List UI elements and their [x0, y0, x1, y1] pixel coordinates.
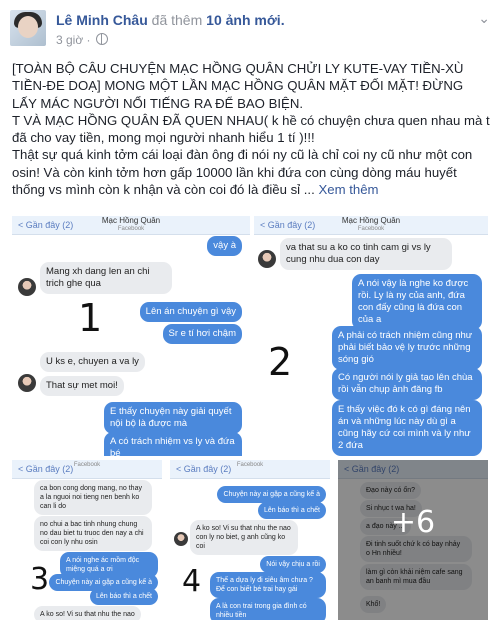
- shot-number: 3: [30, 562, 50, 597]
- message-bubble: U ks e, chuyen a va ly: [40, 352, 145, 372]
- shot-number: 1: [78, 296, 103, 340]
- chat-topbar: < Gần đây (2) Mạc Hồng Quân Facebook: [12, 216, 250, 235]
- post-paragraph: T VÀ MẠC HỒNG QUÂN ĐÃ QUEN NHAU( k hề có…: [12, 112, 490, 146]
- shot-number: 4: [182, 564, 202, 599]
- photo-more[interactable]: < Gần đây (2) Đạo này có ổn? Si nhục t w…: [338, 460, 488, 620]
- message-bubble: va that su a ko co tinh cam gi vs ly cun…: [280, 238, 452, 270]
- chat-title: Facebook: [73, 462, 101, 468]
- avatar: [18, 278, 36, 296]
- message-bubble: Sr e tí hơi chậm: [162, 324, 242, 344]
- photo-3[interactable]: < Gần đây (2) Facebook ca bon cong dong …: [12, 460, 162, 620]
- photo-4[interactable]: < Gần đây (2) Facebook Chuyện này ai gặp…: [170, 460, 330, 620]
- photo-1[interactable]: < Gần đây (2) Mạc Hồng Quân Facebook vậy …: [12, 216, 250, 456]
- back-label: < Gần đây (2): [18, 220, 74, 230]
- chat-title: Mạc Hồng Quân Facebook: [101, 216, 161, 233]
- message-bubble: That sự met moi!: [40, 376, 124, 396]
- post-time[interactable]: 3 giờ ·: [56, 33, 91, 47]
- globe-icon: [95, 33, 108, 45]
- message-bubble: A ko so! Vi su that nhu the nao: [34, 606, 141, 620]
- chat-title: Facebook: [236, 462, 264, 468]
- chat-topbar: < Gần đây (2) Facebook: [12, 460, 162, 479]
- message-bubble: E thấy việc đó k có gì đáng nên án và nh…: [332, 400, 482, 456]
- photos-link[interactable]: 10 ảnh mới.: [206, 12, 284, 28]
- message-bubble: Thế a dựa ly đi siêu âm chưa ? Để con bi…: [210, 572, 326, 598]
- photo-2[interactable]: < Gần đây (2) Mạc Hồng Quân Facebook va t…: [254, 216, 488, 456]
- message-bubble: Lên báo thì a chết: [89, 588, 158, 605]
- back-label: < Gần đây (2): [260, 220, 316, 230]
- message-bubble: A là con trai trong gia đình có nhiều ti…: [210, 598, 326, 620]
- author-name[interactable]: Lê Minh Châu: [56, 12, 148, 28]
- message-bubble: vậy à: [207, 236, 242, 256]
- chat-topbar: < Gần đây (2) Facebook: [170, 460, 330, 479]
- author-action: đã thêm: [151, 12, 203, 28]
- chevron-down-icon[interactable]: ⌄: [478, 10, 490, 27]
- message-bubble: no chui a bac tinh nhung chung no dau bi…: [34, 516, 152, 551]
- author-line: Lê Minh Châu đã thêm 10 ảnh mới.: [56, 12, 285, 28]
- chat-topbar: < Gần đây (2) Mạc Hồng Quân Facebook: [254, 216, 488, 235]
- post-meta: 3 giờ ·: [56, 33, 108, 47]
- back-label: < Gần đây (2): [176, 464, 232, 474]
- message-bubble: Có người nói ly giả tạo lên chùa rồi vẫn…: [332, 368, 482, 400]
- message-bubble: Lên báo thì a chết: [257, 502, 326, 519]
- post-text: [TOÀN BỘ CÂU CHUYỆN MẠC HỒNG QUÂN CHỬI L…: [12, 60, 490, 198]
- message-bubble: Nói vậy chịu a rồi: [260, 556, 326, 573]
- message-bubble: ca bon cong dong mang, no thay a la nguo…: [34, 480, 152, 515]
- message-bubble: A phải có trách nhiệm cũng như phải biết…: [332, 326, 482, 370]
- post-header: Lê Minh Châu đã thêm 10 ảnh mới. 3 giờ ·…: [6, 6, 496, 50]
- more-photos-overlay[interactable]: [338, 460, 488, 620]
- more-photos-count[interactable]: +6: [391, 505, 435, 540]
- message-bubble: A ko so! Vi su that nhu the nao con ly n…: [190, 520, 298, 555]
- message-bubble: E thấy chuyện này giải quyết nội bộ là đ…: [104, 402, 242, 434]
- message-bubble: A có trách nhiệm vs ly và đứa bé: [104, 432, 242, 456]
- author-avatar[interactable]: [10, 10, 46, 46]
- message-bubble: A nói vậy là nghe ko được rồi. Ly là ny …: [352, 274, 482, 330]
- back-label: < Gần đây (2): [18, 464, 74, 474]
- shot-number: 2: [268, 340, 293, 384]
- avatar: [258, 250, 276, 268]
- chat-title: Mạc Hồng Quân Facebook: [341, 216, 401, 233]
- see-more-link[interactable]: Xem thêm: [318, 182, 378, 197]
- message-bubble: Chuyện này ai gặp a cũng kể à: [217, 486, 326, 503]
- message-bubble: Lên án chuyện gì vậy: [139, 302, 242, 322]
- message-bubble: Mang xh dang len an chi trich ghe qua: [40, 262, 172, 294]
- avatar: [18, 374, 36, 392]
- avatar: [174, 532, 188, 546]
- post-paragraph: Thật sự quá kinh tởm cái loại đàn ông đi…: [12, 147, 473, 198]
- avatar-face: [18, 16, 38, 38]
- post-paragraph: [TOÀN BỘ CÂU CHUYỆN MẠC HỒNG QUÂN CHỬI L…: [12, 61, 464, 111]
